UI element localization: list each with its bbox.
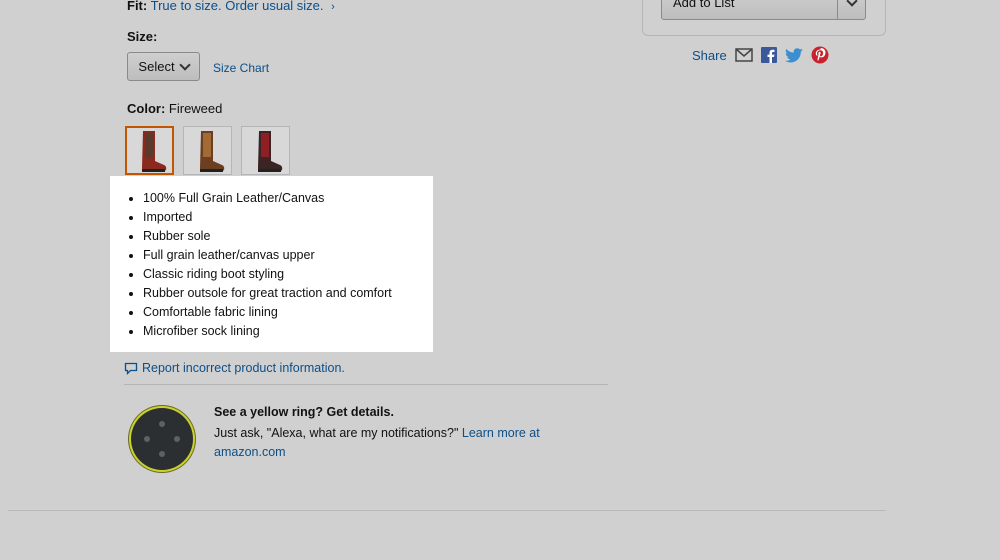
boot-image [199,130,224,172]
size-label: Size: [127,29,158,44]
fit-label: Fit: [127,0,148,13]
alexa-body: Just ask, "Alexa, what are my notificati… [214,426,459,440]
boot-image [257,130,282,172]
fit-link[interactable]: True to size. Order usual size. [151,0,324,13]
list-item: Rubber sole [143,227,433,246]
pinterest-icon[interactable] [811,46,829,64]
list-item: Rubber outsole for great traction and co… [143,284,433,303]
divider [8,510,886,511]
chevron-down-icon [178,58,191,71]
color-value: Fireweed [168,101,223,116]
size-chart-link[interactable]: Size Chart [213,61,269,75]
color-swatches [125,126,290,175]
color-label: Color: [127,101,166,116]
color-row: Color: Fireweed [127,101,222,116]
feature-bullets: 100% Full Grain Leather/Canvas Imported … [110,176,433,352]
speech-bubble-icon [124,362,138,375]
list-item: Microfiber sock lining [143,322,433,341]
boot-image [141,130,166,172]
buy-box: Add to List [642,0,886,36]
chevron-right-icon[interactable]: › [331,1,335,13]
list-item: Imported [143,208,433,227]
share-link[interactable]: Share [692,48,727,63]
add-to-list-label: Add to List [673,0,735,10]
swatch-dark-red[interactable] [241,126,290,175]
echo-device-image [131,408,193,470]
alexa-title: See a yellow ring? Get details. [214,405,394,419]
twitter-icon[interactable] [784,47,803,63]
fit-row: Fit: True to size. Order usual size. › [127,0,335,13]
swatch-brown[interactable] [183,126,232,175]
swatch-fireweed[interactable] [125,126,174,175]
facebook-icon[interactable] [760,47,777,63]
report-link[interactable]: Report incorrect product information. [142,361,345,375]
divider [124,384,608,385]
add-to-list-dropdown[interactable] [837,0,865,19]
share-row: Share [692,46,829,64]
size-select[interactable]: Select [127,52,200,81]
list-item: 100% Full Grain Leather/Canvas [143,189,433,208]
list-item: Full grain leather/canvas upper [143,246,433,265]
list-item: Classic riding boot styling [143,265,433,284]
email-icon[interactable] [734,48,753,62]
chevron-down-icon [845,0,858,7]
add-to-list-button[interactable]: Add to List [661,0,866,20]
alexa-text: Just ask, "Alexa, what are my notificati… [214,424,574,462]
list-item: Comfortable fabric lining [143,303,433,322]
size-select-label: Select [138,59,175,74]
report-row[interactable]: Report incorrect product information. [124,361,345,375]
